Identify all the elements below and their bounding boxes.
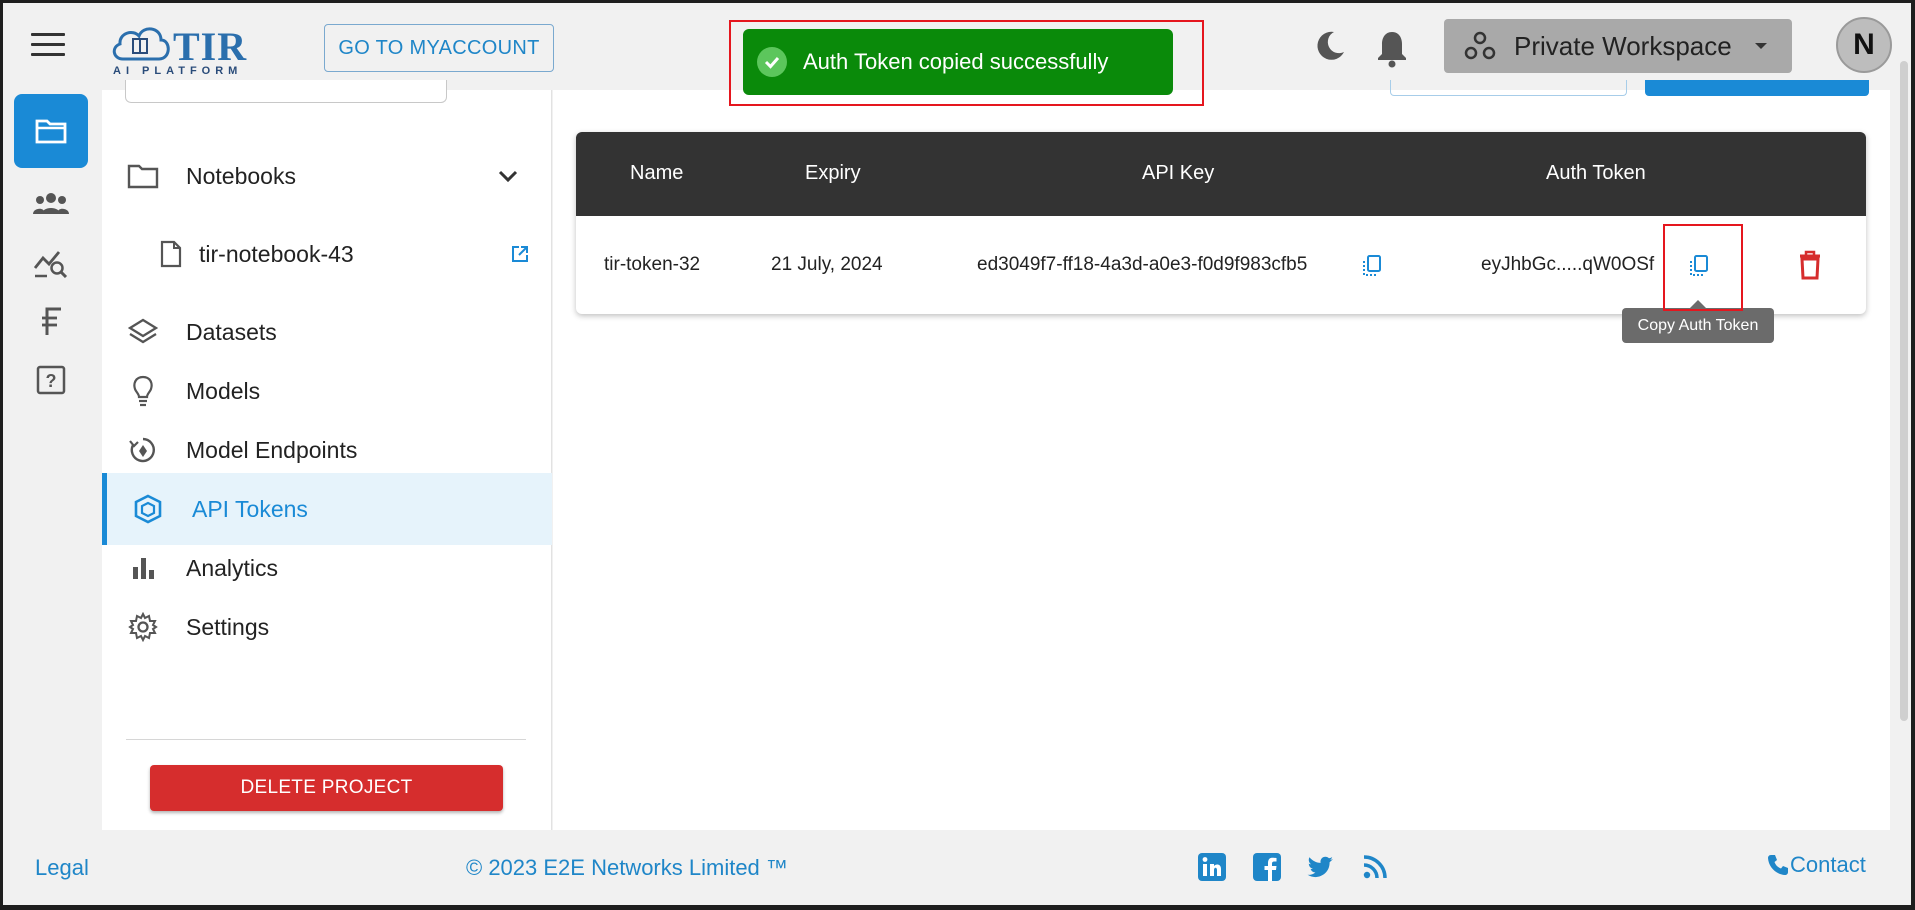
toolbar-primary-button[interactable] (1645, 80, 1869, 96)
token-auth-token: eyJhbGc.....qW0OSf (1481, 254, 1655, 275)
dark-mode-icon[interactable] (1312, 28, 1348, 64)
cloud-logo-icon (112, 27, 170, 61)
column-header-expiry: Expiry (805, 162, 861, 184)
endpoint-icon (126, 433, 160, 467)
notification-bell-icon[interactable] (1374, 28, 1410, 68)
token-api-key: ed3049f7-ff18-4a3d-a0e3-f0d9f983cfb5 (977, 254, 1308, 275)
facebook-icon[interactable] (1252, 852, 1282, 882)
column-header-api-key: API Key (1142, 162, 1215, 184)
icon-rail: ? (3, 90, 101, 830)
toast-highlight (729, 20, 1204, 106)
folder-outline-icon (126, 159, 160, 193)
workspace-label: Private Workspace (1514, 30, 1732, 61)
svg-text:?: ? (46, 371, 57, 391)
cube-icon (131, 492, 165, 526)
sidebar-item-label: Model Endpoints (186, 436, 358, 463)
sidebar-divider (126, 739, 526, 740)
project-sidebar: Notebooks tir-notebook-43 Datasets Model… (102, 80, 552, 830)
bar-chart-icon (126, 551, 160, 585)
column-header-name: Name (630, 162, 684, 184)
sidebar-item-notebooks[interactable]: Notebooks (102, 140, 552, 212)
footer: Legal © 2023 E2E Networks Limited ™ Cont… (3, 830, 1911, 905)
sidebar-item-label: Analytics (186, 554, 279, 581)
sidebar-item-label: API Tokens (192, 495, 308, 522)
chevron-down-icon[interactable] (498, 169, 518, 183)
phone-icon (1768, 855, 1788, 875)
delete-token-icon[interactable] (1799, 250, 1821, 280)
copyright-text: © 2023 E2E Networks Limited ™ (466, 855, 788, 880)
sidebar-item-label: Settings (186, 613, 270, 640)
table-header: Name Expiry API Key Auth Token (576, 132, 1866, 216)
scrollbar-thumb[interactable] (1900, 61, 1908, 721)
team-icon (33, 193, 69, 214)
copy-auth-token-highlight (1663, 224, 1743, 311)
folder-icon (35, 119, 67, 144)
sidebar-item-settings[interactable]: Settings (102, 591, 552, 663)
file-icon (154, 237, 188, 271)
analytics-search-icon (33, 251, 68, 278)
caret-down-icon (1754, 43, 1767, 49)
logo-subtitle: AI PLATFORM (113, 65, 243, 77)
help-icon: ? (36, 365, 66, 395)
linkedin-icon[interactable] (1197, 852, 1227, 882)
contact-label: Contact (1790, 852, 1866, 877)
app-window: TIR AI PLATFORM GO TO MYACCOUNT Private … (0, 0, 1915, 910)
page-scrollbar[interactable] (1897, 61, 1911, 831)
workspace-selector[interactable]: Private Workspace (1444, 19, 1792, 73)
contact-link[interactable]: Contact (1766, 852, 1866, 878)
lightbulb-icon (126, 374, 160, 408)
sidebar-item-label: Datasets (186, 318, 277, 345)
sidebar-item-label: tir-notebook-43 (199, 240, 354, 267)
copy-auth-token-tooltip: Copy Auth Token (1622, 300, 1774, 343)
sidebar-item-tir-notebook-43[interactable]: tir-notebook-43 (102, 218, 552, 290)
go-to-myaccount-button[interactable]: GO TO MYACCOUNT (324, 24, 554, 72)
legal-link[interactable]: Legal (35, 855, 89, 881)
logo[interactable]: TIR AI PLATFORM (109, 21, 259, 79)
rss-icon[interactable] (1360, 852, 1390, 882)
main-content: Name Expiry API Key Auth Token tir-token… (553, 80, 1890, 830)
column-header-auth-token: Auth Token (1546, 162, 1646, 184)
menu-icon[interactable] (31, 33, 65, 59)
token-name: tir-token-32 (604, 254, 701, 275)
toolbar-secondary-button[interactable] (1390, 80, 1627, 96)
rail-help[interactable]: ? (14, 343, 88, 417)
gear-icon (126, 610, 160, 644)
layers-icon (126, 315, 160, 349)
billing-icon (42, 307, 61, 335)
project-search-input[interactable] (125, 80, 447, 103)
delete-project-button[interactable]: DELETE PROJECT (150, 765, 503, 811)
avatar[interactable]: N (1836, 17, 1892, 73)
rail-projects[interactable] (14, 94, 88, 168)
open-external-icon[interactable] (510, 244, 530, 264)
logo-title: TIR (173, 24, 248, 69)
workspace-icon (1464, 31, 1496, 60)
twitter-icon[interactable] (1305, 852, 1335, 882)
sidebar-item-label: Models (186, 377, 261, 404)
token-expiry: 21 July, 2024 (771, 254, 883, 275)
sidebar-item-label: Notebooks (186, 162, 296, 189)
copy-api-key-icon[interactable] (1361, 254, 1383, 278)
